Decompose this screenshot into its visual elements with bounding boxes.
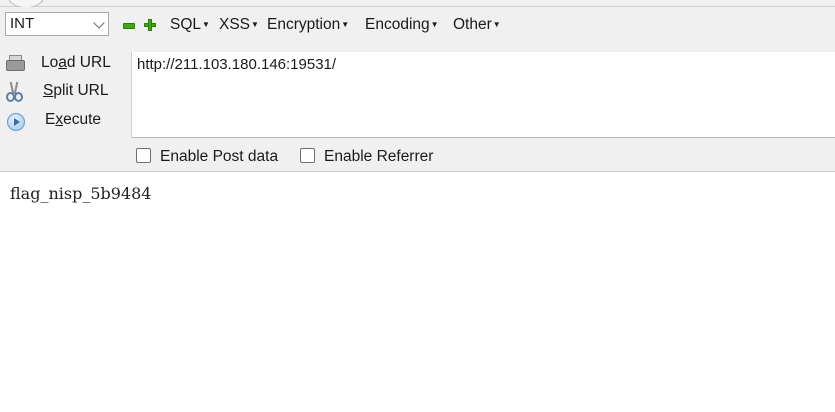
increase-icon[interactable] bbox=[144, 19, 156, 31]
menu-encoding[interactable]: Encoding▼ bbox=[365, 14, 439, 38]
menu-encryption[interactable]: Encryption▼ bbox=[267, 14, 349, 38]
execute-icon bbox=[5, 111, 25, 131]
split-url-label: Split URL bbox=[43, 82, 109, 99]
type-select[interactable]: INT bbox=[5, 12, 109, 36]
dropdown-arrow-icon: ▼ bbox=[251, 20, 259, 29]
load-url-button[interactable]: Load URL bbox=[3, 50, 127, 76]
enable-referrer-option[interactable]: Enable Referrer bbox=[300, 148, 433, 166]
execute-label: Execute bbox=[45, 111, 102, 128]
split-url-button[interactable]: Split URL bbox=[3, 78, 127, 104]
post-data-label: Enable Post data bbox=[160, 148, 279, 165]
dropdown-arrow-icon: ▼ bbox=[341, 20, 350, 29]
chevron-down-icon bbox=[93, 17, 105, 29]
url-value: http://211.103.180.146:19531/ bbox=[137, 56, 337, 73]
menu-other[interactable]: Other▼ bbox=[453, 14, 501, 38]
menu-sql[interactable]: SQL▼ bbox=[170, 14, 210, 38]
load-url-icon bbox=[5, 54, 25, 72]
dropdown-arrow-icon: ▼ bbox=[430, 20, 439, 29]
type-select-value: INT bbox=[10, 15, 35, 32]
menu-xss[interactable]: XSS▼ bbox=[219, 14, 259, 38]
execute-button[interactable]: Execute bbox=[3, 107, 127, 133]
dropdown-arrow-icon: ▼ bbox=[492, 20, 501, 29]
decrease-icon[interactable] bbox=[123, 23, 135, 29]
referrer-checkbox[interactable] bbox=[300, 148, 315, 163]
load-url-label: Load URL bbox=[41, 54, 111, 71]
scissors-icon bbox=[5, 81, 25, 102]
referrer-label: Enable Referrer bbox=[324, 148, 434, 165]
enable-post-data-option[interactable]: Enable Post data bbox=[136, 148, 278, 166]
page-content-text: flag_nisp_5b9484 bbox=[10, 184, 152, 203]
post-data-checkbox[interactable] bbox=[136, 148, 151, 163]
dropdown-arrow-icon: ▼ bbox=[202, 20, 210, 29]
browser-top-strip bbox=[0, 0, 835, 7]
url-textarea[interactable]: http://211.103.180.146:19531/ bbox=[131, 52, 835, 138]
